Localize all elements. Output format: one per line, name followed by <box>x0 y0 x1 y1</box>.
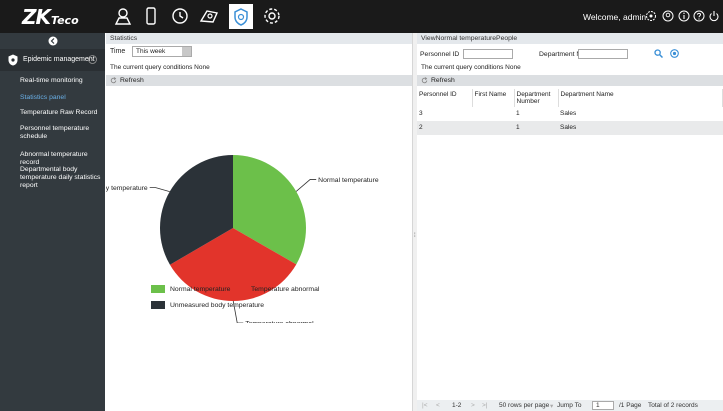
collapse-sidebar-icon[interactable] <box>48 36 58 46</box>
people-table: Personnel ID First Name Department Numbe… <box>417 89 723 135</box>
page-range: 1-2 <box>452 402 462 409</box>
sidebar-item-statistics-panel[interactable]: Statistics panel <box>20 94 102 102</box>
pie-slice-label-0: Normal temperature <box>318 177 379 184</box>
table-row[interactable]: 3 1 Sales <box>417 107 723 121</box>
sidebar: Epidemic management Real-time monitoring… <box>0 33 105 411</box>
legend-unmeasured-label: Unmeasured body temperature <box>170 301 265 309</box>
prev-page-icon[interactable]: < <box>436 402 440 409</box>
top-bar: ZK Teco Welcome, admin <box>0 0 723 33</box>
sidebar-item-abnormal-temperature-record[interactable]: Abnormal temperature record <box>20 151 102 167</box>
personnel-id-label: Personnel ID <box>420 51 460 58</box>
theme-icon[interactable] <box>645 10 657 22</box>
cell-department-number: 1 <box>514 121 558 135</box>
people-refresh-bar: Refresh <box>417 75 723 86</box>
rows-per-page-arrow-icon[interactable]: ▾ <box>550 402 553 410</box>
page-number-input[interactable]: 1 <box>592 401 614 410</box>
time-select[interactable]: This week <box>132 46 192 57</box>
legend-abnormal[interactable]: Temperature abnormal <box>232 285 319 293</box>
cell-personnel-id: 2 <box>417 121 472 135</box>
refresh-bar: Refresh <box>106 75 412 86</box>
table-row[interactable]: 2 1 Sales <box>417 121 723 135</box>
logo-main: ZK <box>22 5 51 29</box>
module-label: Epidemic management <box>23 56 95 63</box>
column-header-first-name[interactable]: First Name <box>472 89 515 107</box>
sidebar-item-departmental-daily-report[interactable]: Departmental body temperature daily stat… <box>20 166 102 190</box>
device-icon[interactable] <box>141 6 161 26</box>
sidebar-item-real-time-monitoring[interactable]: Real-time monitoring <box>20 77 102 85</box>
module-epidemic-management[interactable]: Epidemic management <box>0 49 105 71</box>
people-refresh-icon[interactable] <box>421 77 428 84</box>
page-total: /1 Page <box>619 402 642 409</box>
legend-normal[interactable]: Normal temperature <box>151 285 230 293</box>
pie-leader-line-2 <box>149 187 170 193</box>
pie-leader-line-0 <box>295 179 317 192</box>
sidebar-item-personnel-temperature-schedule[interactable]: Personnel temperature schedule <box>20 125 102 141</box>
cell-first-name <box>472 121 514 135</box>
temperature-shield-icon[interactable] <box>229 4 253 29</box>
help-icon[interactable] <box>693 10 705 22</box>
sidebar-item-temperature-raw-record[interactable]: Temperature Raw Record <box>20 109 102 117</box>
zkteco-logo: ZK Teco <box>22 5 79 29</box>
legend-abnormal-swatch <box>232 285 246 293</box>
department-name-input[interactable] <box>578 49 628 59</box>
total-records: Total of 2 records <box>648 402 698 409</box>
refresh-icon[interactable] <box>110 77 117 84</box>
statistics-panel: Statistics Time This week The current qu… <box>106 33 413 411</box>
welcome-text: Welcome, admin <box>583 12 647 22</box>
power-icon[interactable] <box>708 10 720 22</box>
splitter-handle-icon[interactable]: ⁞ <box>414 233 416 239</box>
epidemic-shield-icon <box>8 54 18 66</box>
people-panel-title: ViewNormal temperaturePeople <box>417 33 723 44</box>
table-header-row: Personnel ID First Name Department Numbe… <box>417 89 723 107</box>
people-query-conditions: The current query conditions None <box>421 64 521 71</box>
pie-slice-label-2: dy temperature <box>106 185 148 192</box>
cell-department-name: Sales <box>558 107 723 121</box>
dropdown-arrow-icon[interactable] <box>182 47 191 56</box>
time-label: Time <box>110 48 126 55</box>
column-header-department-number[interactable]: Department Number <box>514 89 559 107</box>
search-icon[interactable] <box>654 49 663 58</box>
attendance-clock-icon[interactable] <box>170 6 190 26</box>
last-page-icon[interactable]: >| <box>482 402 487 409</box>
legend-abnormal-label: Temperature abnormal <box>251 285 320 293</box>
next-page-icon[interactable]: > <box>471 402 475 409</box>
settings-icon[interactable] <box>262 6 282 26</box>
time-filter-row: Time This week <box>106 45 412 59</box>
cell-personnel-id: 3 <box>417 107 472 121</box>
cell-department-number: 1 <box>514 107 558 121</box>
legend-normal-label: Normal temperature <box>170 285 231 293</box>
clear-filter-icon[interactable] <box>670 49 679 58</box>
people-panel: ViewNormal temperaturePeople Personnel I… <box>417 33 723 411</box>
user-icon[interactable] <box>662 10 674 22</box>
query-conditions: The current query conditions None <box>110 64 210 71</box>
pagination-bar: |< < 1-2 > >| 50 rows per page ▾ Jump To… <box>417 400 723 411</box>
cell-department-name: Sales <box>558 121 723 135</box>
logo-sub: Teco <box>51 14 79 27</box>
personnel-id-input[interactable] <box>463 49 513 59</box>
personnel-icon[interactable] <box>113 6 133 26</box>
refresh-button[interactable]: Refresh <box>120 75 144 86</box>
access-icon[interactable] <box>199 6 219 26</box>
rows-per-page-select[interactable]: 50 rows per page <box>499 402 549 409</box>
legend-unmeasured[interactable]: Unmeasured body temperature <box>151 301 264 309</box>
cell-first-name <box>472 107 514 121</box>
column-header-department-name[interactable]: Department Name <box>558 89 723 107</box>
pie-slice-label-1: Temperature abnormal <box>245 320 314 323</box>
people-refresh-button[interactable]: Refresh <box>431 75 455 86</box>
time-select-value: This week <box>136 48 166 55</box>
legend-normal-swatch <box>151 285 165 293</box>
jump-to-label: Jump To <box>557 402 582 409</box>
statistics-panel-title: Statistics <box>106 33 412 44</box>
first-page-icon[interactable]: |< <box>422 402 427 409</box>
column-header-personnel-id[interactable]: Personnel ID <box>417 89 473 107</box>
module-chevron-icon[interactable] <box>88 55 97 64</box>
info-icon[interactable] <box>678 10 690 22</box>
legend-unmeasured-swatch <box>151 301 165 309</box>
